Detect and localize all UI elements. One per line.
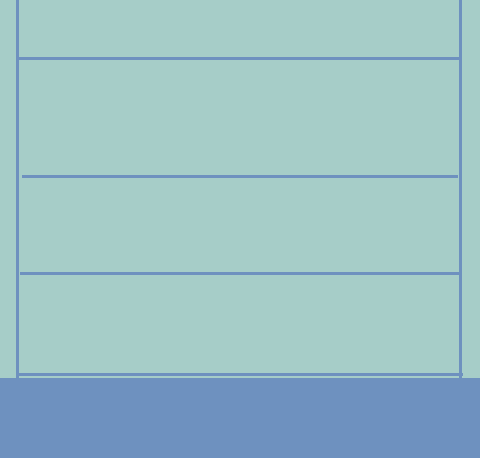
floor-band (0, 378, 480, 458)
shelving-frame-scene (0, 0, 480, 458)
shelf-line-3 (20, 272, 460, 275)
shelf-line-1 (19, 57, 460, 60)
shelf-line-2 (22, 175, 458, 178)
shelf-line-4 (16, 373, 463, 376)
